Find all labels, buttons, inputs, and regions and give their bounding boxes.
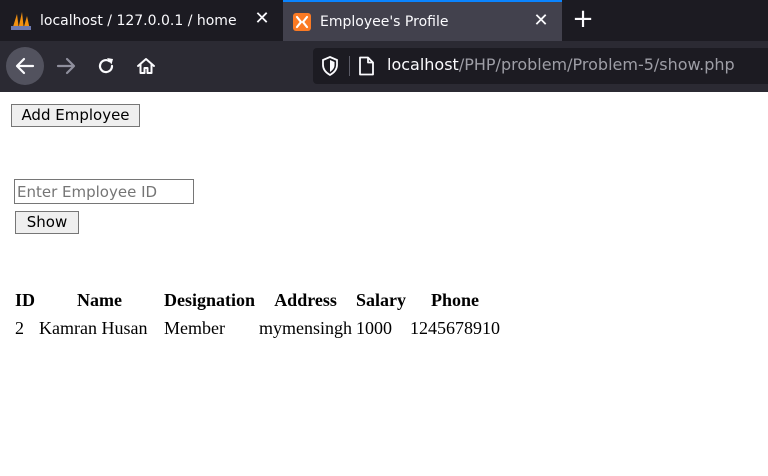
column-header-salary: Salary <box>356 289 407 310</box>
column-header-name: Name <box>77 289 122 310</box>
back-button[interactable] <box>6 47 44 85</box>
phpmyadmin-icon <box>10 11 32 35</box>
address-bar-divider <box>349 56 350 76</box>
close-tab-icon[interactable]: ✕ <box>532 12 550 30</box>
tab-employee-profile[interactable]: Employee's Profile ✕ <box>283 0 562 41</box>
table-header-row: ID Name Designation Address Salary Phone <box>14 287 501 313</box>
cell-salary: 1000 <box>356 317 393 338</box>
navigation-toolbar: localhost/PHP/problem/Problem-5/show.php <box>0 41 768 92</box>
add-employee-button[interactable]: Add Employee <box>11 104 140 127</box>
url-path: /PHP/problem/Problem-5/show.php <box>458 55 735 74</box>
cell-address: mymensingh <box>259 317 353 338</box>
address-bar[interactable]: localhost/PHP/problem/Problem-5/show.php <box>313 48 768 84</box>
home-button[interactable] <box>127 47 165 85</box>
tab-title: Employee's Profile <box>320 13 449 30</box>
close-tab-icon[interactable]: ✕ <box>253 10 271 28</box>
reload-icon <box>98 58 114 74</box>
tab-bar: localhost / 127.0.0.1 / homework ✕ Emplo… <box>0 0 768 41</box>
employee-table: ID Name Designation Address Salary Phone… <box>12 285 503 343</box>
column-header-id: ID <box>15 289 36 310</box>
cell-designation: Member <box>164 317 225 338</box>
home-icon <box>137 58 155 74</box>
tab-phpmyadmin[interactable]: localhost / 127.0.0.1 / homework ✕ <box>0 0 283 41</box>
cell-id: 2 <box>15 317 24 338</box>
tab-title: localhost / 127.0.0.1 / homework <box>40 12 236 29</box>
forward-button[interactable] <box>47 47 85 85</box>
url-text[interactable]: localhost/PHP/problem/Problem-5/show.php <box>387 55 735 74</box>
page-content: Add Employee Show ID Name Designation Ad… <box>0 92 768 476</box>
table-row: 2 Kamran Husan Member mymensingh 1000 12… <box>14 315 501 341</box>
arrow-right-icon <box>56 57 76 75</box>
employee-id-input[interactable] <box>14 179 194 204</box>
arrow-left-icon <box>15 57 35 75</box>
column-header-address: Address <box>274 289 337 310</box>
column-header-designation: Designation <box>164 289 256 310</box>
new-tab-icon[interactable]: + <box>571 6 595 32</box>
cell-name: Kamran Husan <box>39 317 148 338</box>
tracking-protection-shield-icon[interactable] <box>321 56 339 80</box>
reload-button[interactable] <box>87 47 125 85</box>
column-header-phone: Phone <box>431 289 480 310</box>
url-host: localhost <box>387 55 459 74</box>
cell-phone: 1245678910 <box>410 317 501 338</box>
xampp-icon <box>293 13 311 35</box>
page-info-icon[interactable] <box>357 56 375 80</box>
show-button[interactable]: Show <box>15 211 79 234</box>
